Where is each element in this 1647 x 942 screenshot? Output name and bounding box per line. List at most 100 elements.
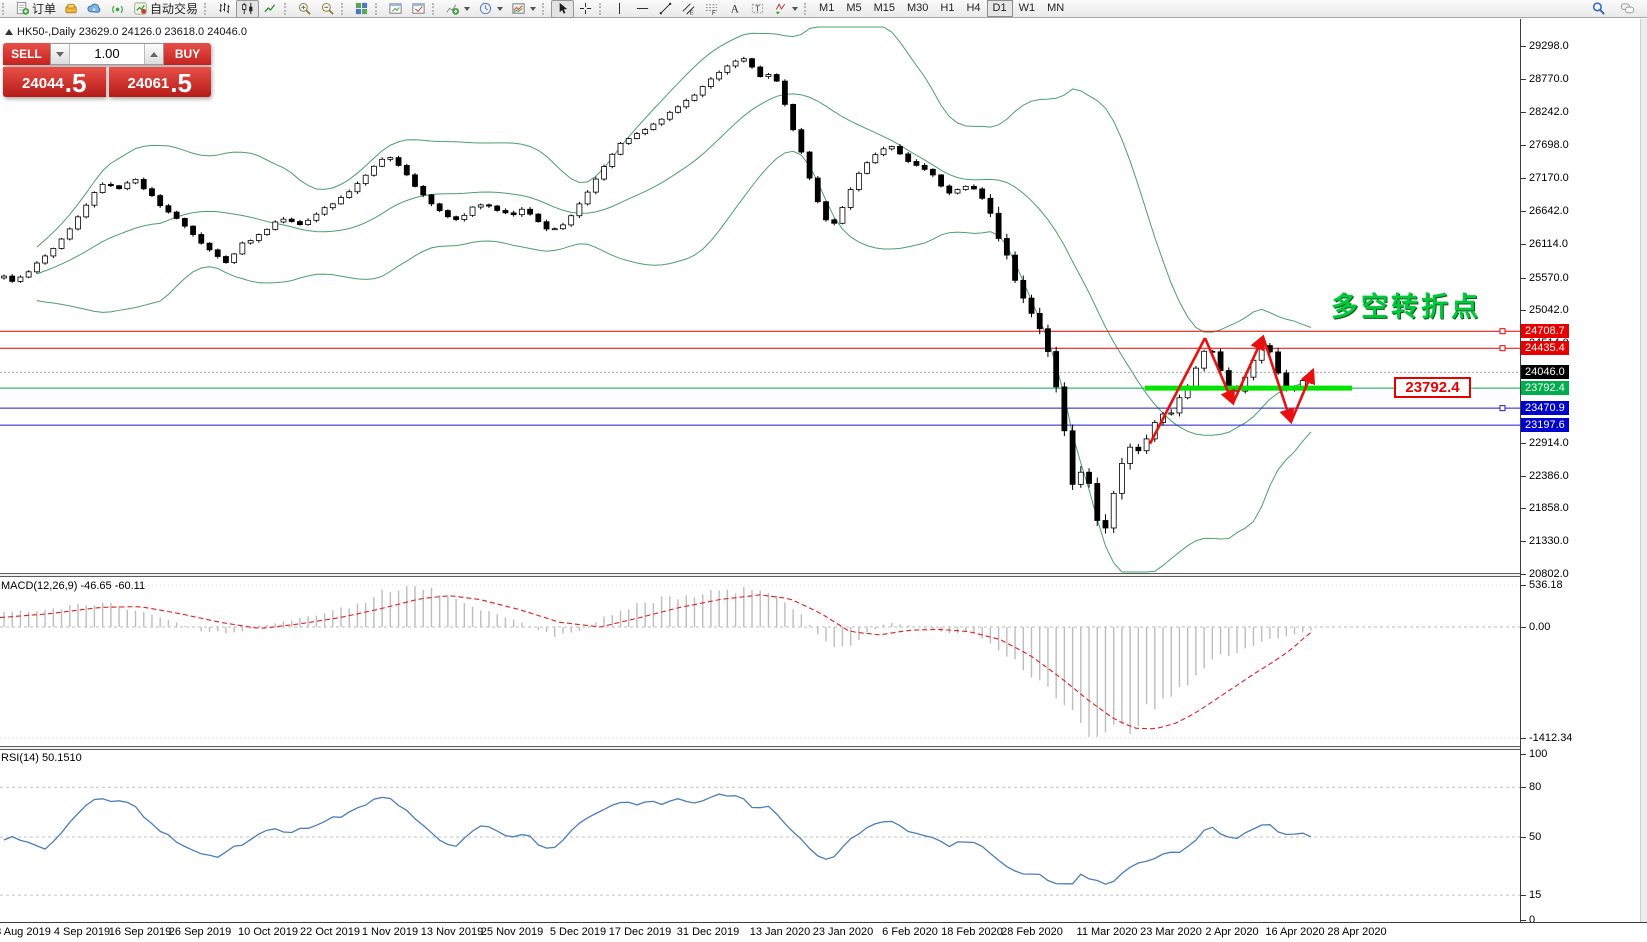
tf-h4-button[interactable]: H4 [960, 0, 986, 17]
toolbar-group-handle-cursor-tools[interactable] [542, 2, 548, 15]
price-tick-label: 21330.0 [1529, 535, 1569, 548]
date-label: 3 Aug 2019 [0, 926, 51, 938]
volume-decrease-button[interactable] [51, 44, 70, 64]
price-tick-label: 27698.0 [1529, 139, 1569, 152]
horizontal-line-button[interactable] [631, 0, 654, 18]
community-icon-button[interactable] [83, 0, 106, 18]
tf-m1-button[interactable]: M1 [813, 0, 840, 17]
data-window-button[interactable] [384, 0, 407, 18]
date-label: 6 Feb 2020 [882, 926, 938, 938]
tf-m5-button[interactable]: M5 [840, 0, 867, 17]
svg-text:T: T [755, 4, 760, 13]
tf-m30-button[interactable]: M30 [901, 0, 934, 17]
templates-button[interactable] [507, 0, 540, 18]
main-price-chart[interactable] [0, 19, 1520, 575]
buy-price-display[interactable]: 24061 .5 [108, 67, 211, 97]
date-label: 13 Nov 2019 [420, 926, 484, 938]
candlestick-chart-button[interactable] [236, 0, 260, 18]
candle-bearish [140, 178, 147, 190]
date-label: 18 Feb 2020 [941, 926, 1003, 938]
candle-bearish [535, 213, 542, 223]
candle-bearish [412, 174, 418, 187]
arrows-button[interactable] [769, 0, 802, 18]
macd-indicator-label: MACD(12,26,9) -46.65 -60.11 [1, 580, 146, 592]
dropdown-caret-icon[interactable] [530, 6, 537, 11]
toolbar-group-handle-insert-tools[interactable] [432, 2, 438, 15]
dropdown-caret-icon[interactable] [792, 6, 799, 11]
sell-button[interactable]: SELL [3, 43, 50, 65]
candle-bullish [765, 74, 772, 78]
toolbar-group-handle-chart-types[interactable] [204, 2, 210, 15]
price-tick-label: 22914.0 [1529, 436, 1569, 449]
candle-bearish [938, 174, 944, 187]
volume-value[interactable]: 1.00 [70, 44, 144, 64]
zigzag-arrow-segment[interactable] [1148, 337, 1207, 445]
triangle-up-icon [150, 51, 158, 57]
trendline-button[interactable] [654, 0, 677, 18]
navigator-button[interactable] [407, 0, 430, 18]
price-tick [1521, 541, 1526, 543]
dropdown-caret-icon[interactable] [464, 6, 471, 11]
buy-button[interactable]: BUY [164, 43, 211, 65]
tf-m15-button[interactable]: M15 [868, 0, 901, 17]
chat-button[interactable] [1616, 0, 1639, 18]
macd-pane[interactable] [0, 577, 1520, 746]
tf-w1-button[interactable]: W1 [1013, 0, 1042, 17]
line-selection-handle[interactable] [1499, 328, 1506, 335]
zigzag-arrow-segment[interactable] [1231, 334, 1265, 404]
text-button[interactable]: A [723, 0, 746, 18]
cursor-button[interactable] [551, 0, 575, 18]
tf-h1-button[interactable]: H1 [934, 0, 960, 17]
search-button[interactable] [1587, 0, 1610, 18]
toolbar-group-handle-profile-tools[interactable] [375, 2, 381, 15]
price-tick-label: 26114.0 [1529, 237, 1568, 250]
autotrading-button[interactable]: 自动交易 [129, 0, 202, 18]
crosshair-button[interactable] [574, 0, 597, 18]
tf-mn-button[interactable]: MN [1041, 0, 1070, 17]
zoom-out-button[interactable] [316, 0, 339, 18]
sell-price-display[interactable]: 24044 .5 [3, 67, 106, 97]
vertical-line-button[interactable] [608, 0, 631, 18]
triangle-down-icon [56, 51, 64, 57]
channel-button[interactable]: E [677, 0, 700, 18]
zigzag-arrow-segment[interactable] [1289, 367, 1316, 423]
candle-bullish [346, 191, 353, 198]
zoom-in-button[interactable] [293, 0, 316, 18]
tf-mn-button-label: MN [1047, 2, 1065, 14]
volume-increase-button[interactable] [144, 44, 163, 64]
candle-bearish [214, 249, 221, 257]
dropdown-caret-icon[interactable] [497, 6, 504, 11]
line-chart-button[interactable] [259, 0, 282, 18]
news-icon-button[interactable] [106, 0, 129, 18]
indadd-icon [445, 1, 460, 16]
indicators-button[interactable] [441, 0, 474, 18]
toolbar-group-handle-object-tools[interactable] [599, 2, 605, 15]
price-chip-23792.4: 23792.4 [1521, 381, 1569, 396]
toolbar-group-handle-window-tools[interactable] [341, 2, 347, 15]
volume-stepper[interactable]: 1.00 [50, 43, 164, 65]
candle-bearish [1028, 297, 1035, 314]
tile-windows-button[interactable] [350, 0, 373, 18]
symbol-collapse-icon[interactable] [5, 29, 13, 35]
rsi-pane[interactable] [0, 749, 1520, 922]
candle-bullish [839, 207, 846, 224]
line-selection-handle[interactable] [1499, 405, 1506, 412]
periods-button[interactable] [474, 0, 507, 18]
toolbar-group-handle-zoom-tools[interactable] [284, 2, 290, 15]
date-label: 28 Feb 2020 [1001, 926, 1063, 938]
candle-bullish [1143, 438, 1150, 452]
line-selection-handle[interactable] [1499, 345, 1506, 352]
deposit-icon-button[interactable] [60, 0, 83, 18]
fibonacci-button[interactable]: F [700, 0, 723, 18]
new-order-button[interactable]: 订单 [11, 0, 60, 18]
candle-bearish [946, 185, 953, 194]
zoomin-icon [297, 1, 312, 16]
candle-bearish [1135, 446, 1142, 452]
toolbar-group-handle-timeframes[interactable] [804, 2, 810, 15]
text-label-button[interactable]: T [746, 0, 769, 18]
bar-chart-button[interactable] [213, 0, 236, 18]
tf-d1-button[interactable]: D1 [986, 0, 1013, 17]
candle-bullish [75, 216, 81, 230]
candle-bearish [1275, 351, 1281, 374]
toolbar-group-handle-trade-tools[interactable] [2, 2, 8, 15]
